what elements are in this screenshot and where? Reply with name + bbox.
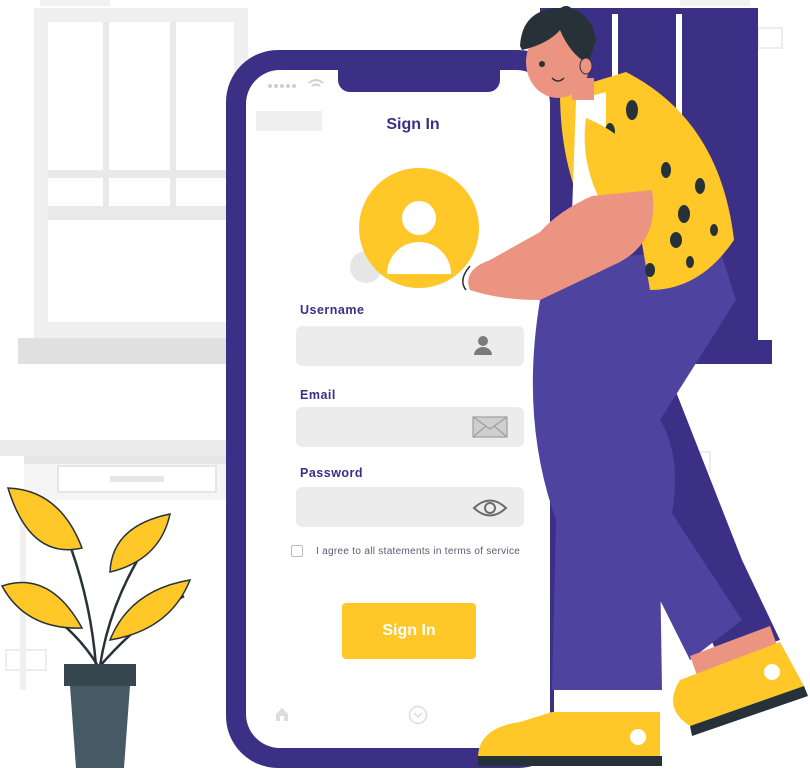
terms-label: I agree to all statements in terms of se…	[316, 546, 521, 557]
person-icon	[474, 336, 492, 355]
email-label: Email	[300, 388, 336, 402]
home-icon[interactable]	[274, 706, 290, 722]
eye-icon[interactable]	[472, 497, 508, 519]
sign-in-button[interactable]: Sign In	[342, 603, 476, 659]
plant-illustration	[0, 487, 192, 768]
username-label: Username	[300, 303, 365, 317]
terms-checkbox[interactable]	[291, 545, 303, 557]
page-title: Sign In	[386, 116, 440, 133]
chevron-down-circle-icon[interactable]	[408, 705, 428, 725]
envelope-icon	[472, 416, 508, 438]
password-label: Password	[300, 466, 364, 480]
